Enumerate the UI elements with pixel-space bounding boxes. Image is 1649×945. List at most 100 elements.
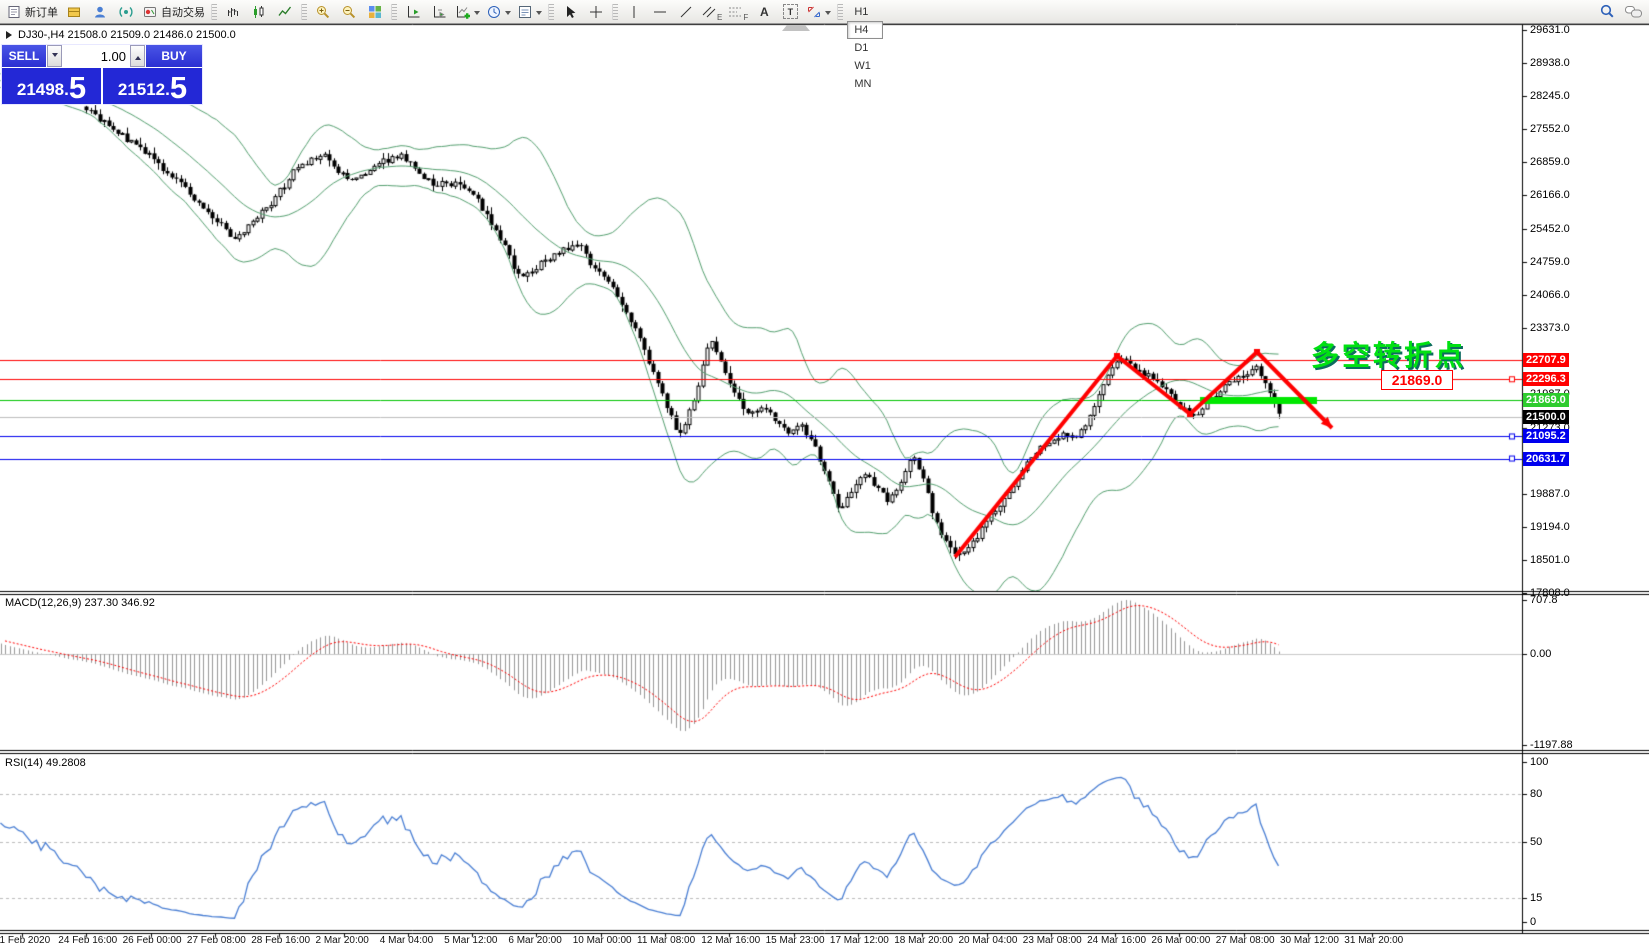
price-axis-label: 25452.0 bbox=[1530, 223, 1570, 235]
rsi-axis-label: 0 bbox=[1530, 916, 1536, 928]
toolbar-separator bbox=[837, 4, 843, 20]
price-axis-label: 24759.0 bbox=[1530, 256, 1570, 268]
horizontal-line-icon bbox=[652, 4, 668, 20]
vertical-line-icon bbox=[626, 4, 642, 20]
toolbar-separator bbox=[391, 4, 397, 20]
time-axis-label: 5 Mar 12:00 bbox=[444, 935, 497, 945]
line-chart-button[interactable] bbox=[272, 2, 298, 22]
search-button[interactable] bbox=[1594, 2, 1620, 22]
period-button[interactable] bbox=[483, 2, 514, 22]
chart-canvas[interactable] bbox=[0, 0, 1649, 945]
zoom-out-icon bbox=[341, 4, 357, 20]
sell-price-main: 21498 bbox=[17, 77, 64, 103]
time-axis-label: 30 Mar 12:00 bbox=[1280, 935, 1339, 945]
timeframe-button-mn[interactable]: MN bbox=[847, 75, 882, 93]
sell-button[interactable]: SELL bbox=[2, 45, 47, 67]
price-level-tag: 21869.0 bbox=[1523, 393, 1569, 407]
time-axis-label: 27 Mar 08:00 bbox=[1216, 935, 1275, 945]
timeframe-button-h4[interactable]: H4 bbox=[847, 21, 882, 39]
new-order-button[interactable]: 新订单 bbox=[3, 2, 61, 22]
arrows-icon bbox=[806, 4, 822, 20]
macd-indicator-label: MACD(12,26,9) 237.30 346.92 bbox=[5, 597, 155, 609]
candlestick-chart-icon bbox=[251, 4, 267, 20]
equidistant-channel-icon bbox=[702, 4, 716, 20]
fibo-glyph: F bbox=[743, 13, 748, 22]
template-button[interactable] bbox=[514, 2, 545, 22]
new-chart-button[interactable] bbox=[452, 2, 483, 22]
candlestick-chart-button[interactable] bbox=[246, 2, 272, 22]
signal-icon bbox=[118, 4, 134, 20]
chart-shift-button[interactable] bbox=[400, 2, 426, 22]
price-axis-label: 18501.0 bbox=[1530, 554, 1570, 566]
horizontal-line-button[interactable] bbox=[647, 2, 673, 22]
signal-button[interactable] bbox=[113, 2, 139, 22]
lot-size-input[interactable] bbox=[62, 45, 130, 67]
sell-price[interactable]: 21498.5 bbox=[2, 68, 103, 106]
chat-button[interactable] bbox=[1620, 2, 1646, 22]
timeframe-button-h1[interactable]: H1 bbox=[847, 3, 882, 21]
time-axis-label: 27 Feb 08:00 bbox=[187, 935, 246, 945]
bar-chart-button[interactable] bbox=[220, 2, 246, 22]
auto-scroll-button[interactable] bbox=[426, 2, 452, 22]
lot-increase-button[interactable] bbox=[130, 45, 145, 67]
buy-price[interactable]: 21512.5 bbox=[103, 68, 202, 106]
timeframe-button-d1[interactable]: D1 bbox=[847, 39, 882, 57]
line-chart-icon bbox=[277, 4, 293, 20]
crosshair-button[interactable] bbox=[583, 2, 609, 22]
toolbar-separator bbox=[211, 4, 217, 20]
arrows-button[interactable] bbox=[803, 2, 834, 22]
cursor-button[interactable] bbox=[557, 2, 583, 22]
text-label-button[interactable]: T bbox=[777, 2, 803, 22]
price-axis-label: 19194.0 bbox=[1530, 521, 1570, 533]
time-axis-label: 26 Mar 00:00 bbox=[1151, 935, 1210, 945]
market-watch-button[interactable] bbox=[61, 2, 87, 22]
fibonacci-button[interactable]: F bbox=[725, 2, 751, 22]
bar-chart-icon bbox=[225, 4, 241, 20]
time-axis-label: 18 Mar 20:00 bbox=[894, 935, 953, 945]
profile-button[interactable] bbox=[87, 2, 113, 22]
time-axis-label: 10 Mar 00:00 bbox=[573, 935, 632, 945]
time-axis-label: 31 Mar 20:00 bbox=[1344, 935, 1403, 945]
equidistant-channel-button[interactable]: E bbox=[699, 2, 725, 22]
trendline-icon bbox=[678, 4, 694, 20]
lot-decrease-button[interactable] bbox=[47, 45, 62, 67]
time-axis-label: 24 Feb 16:00 bbox=[58, 935, 117, 945]
chart-annotation-price-label[interactable]: 21869.0 bbox=[1381, 370, 1453, 390]
timeframe-button-w1[interactable]: W1 bbox=[847, 57, 882, 75]
price-axis-label: 26166.0 bbox=[1530, 189, 1570, 201]
time-axis-label: 11 Mar 08:00 bbox=[637, 935, 695, 945]
price-axis-label: 23373.0 bbox=[1530, 322, 1570, 334]
one-click-trading-panel: SELL BUY 21498.5 21512.5 bbox=[1, 44, 203, 105]
chart-shift-icon bbox=[405, 4, 421, 20]
tile-windows-button[interactable] bbox=[362, 2, 388, 22]
trendline-button[interactable] bbox=[673, 2, 699, 22]
price-axis-label: 24066.0 bbox=[1530, 289, 1570, 301]
rsi-indicator-label: RSI(14) 49.2808 bbox=[5, 757, 86, 769]
price-level-tag: 21095.2 bbox=[1523, 429, 1569, 443]
zoom-in-button[interactable] bbox=[310, 2, 336, 22]
toolbar: 新订单 自动交易 bbox=[0, 0, 1649, 24]
text-icon: A bbox=[760, 5, 769, 19]
toolbar-separator bbox=[301, 4, 307, 20]
chart-marker-icon bbox=[6, 31, 16, 39]
text-button[interactable]: A bbox=[751, 2, 777, 22]
vertical-line-button[interactable] bbox=[621, 2, 647, 22]
price-axis-label: 29631.0 bbox=[1530, 24, 1570, 36]
buy-button[interactable]: BUY bbox=[145, 45, 202, 67]
zoom-out-button[interactable] bbox=[336, 2, 362, 22]
macd-axis-label: -1197.88 bbox=[1530, 739, 1573, 751]
buy-price-frac: 5 bbox=[170, 73, 187, 103]
macd-axis-label: 0.00 bbox=[1530, 648, 1551, 660]
auto-trading-icon bbox=[142, 4, 158, 20]
price-level-tag: 22296.3 bbox=[1523, 372, 1569, 386]
symbol-ohlc-text: DJ30-,H4 21508.0 21509.0 21486.0 21500.0 bbox=[18, 29, 236, 41]
auto-trading-button[interactable]: 自动交易 bbox=[139, 2, 208, 22]
buy-price-main: 21512 bbox=[118, 77, 165, 103]
cursor-icon bbox=[562, 4, 578, 20]
arrow-down-icon bbox=[52, 53, 58, 60]
chart-annotation-text[interactable]: 多空转折点 bbox=[1311, 334, 1466, 374]
tile-windows-icon bbox=[367, 4, 383, 20]
price-axis-label: 28245.0 bbox=[1530, 90, 1570, 102]
channel-glyph: E bbox=[717, 13, 722, 22]
new-order-label: 新订单 bbox=[25, 4, 58, 20]
